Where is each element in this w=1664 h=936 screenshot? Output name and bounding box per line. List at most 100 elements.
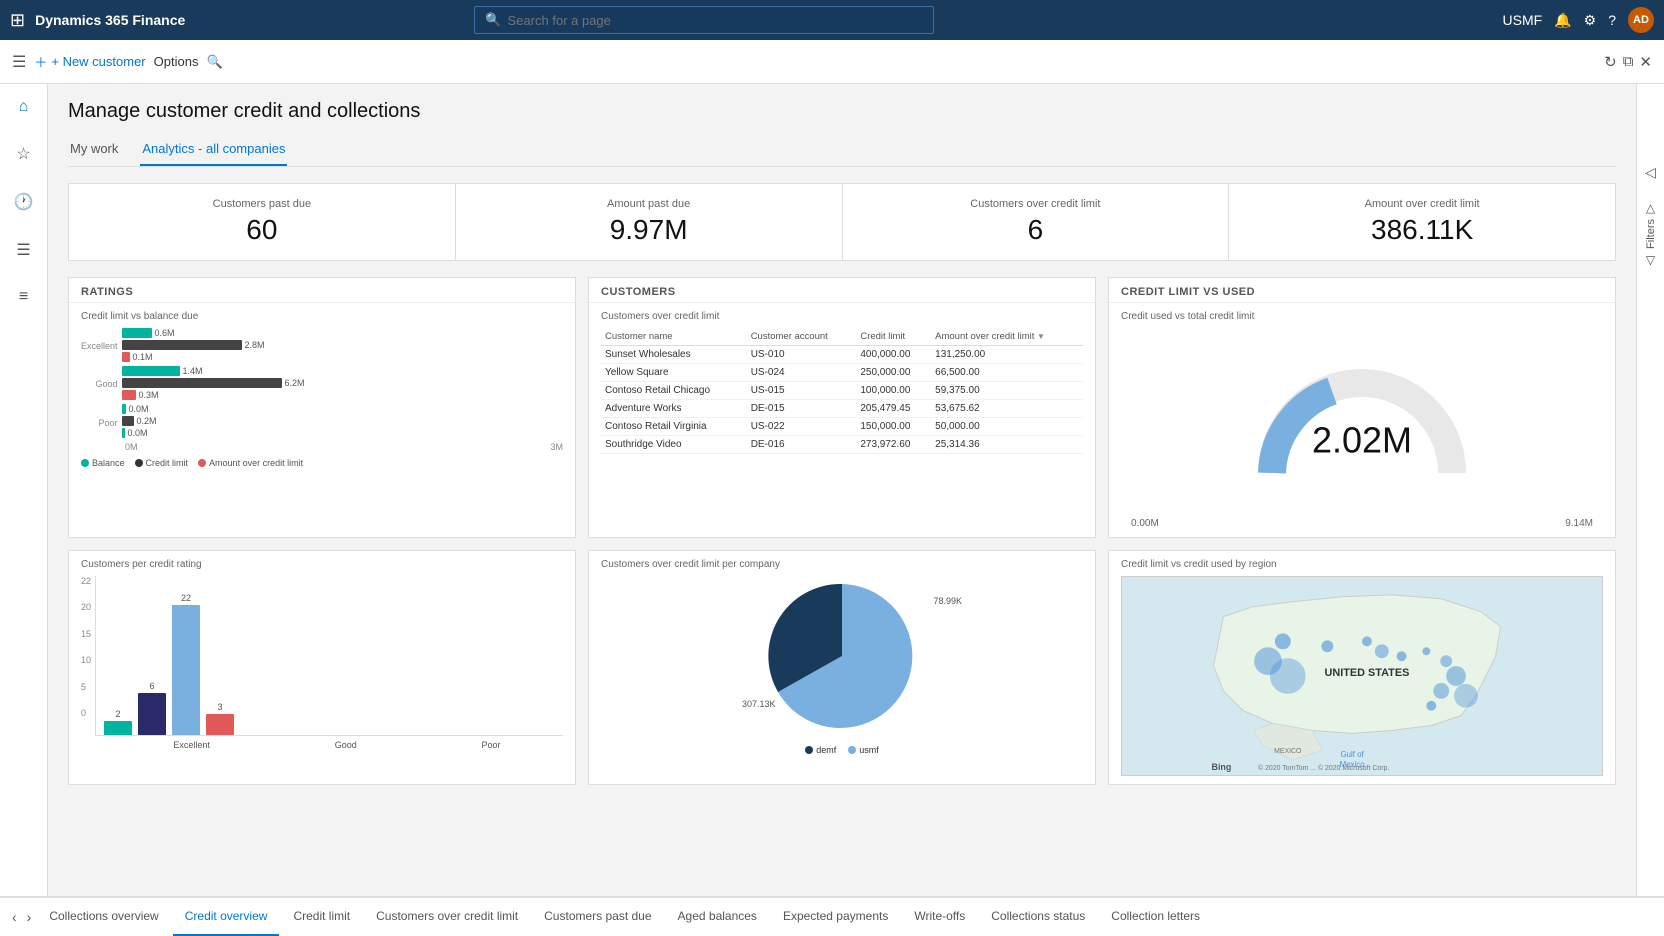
table-row: Southridge Video DE-016 273,972.60 25,31… — [601, 436, 1083, 454]
tab-my-work[interactable]: My work — [68, 135, 120, 166]
list-icon[interactable]: ≡ — [13, 282, 34, 312]
kpi-label-1: Amount past due — [466, 198, 832, 210]
top-right-icons: USMF 🔔 ⚙ ? AD — [1503, 7, 1654, 33]
ratings-subtitle: Credit limit vs balance due — [81, 311, 563, 322]
cell-name: Southridge Video — [601, 436, 747, 454]
bar-poor-green: 0.0M — [122, 404, 563, 414]
help-icon[interactable]: ? — [1608, 12, 1616, 28]
app-grid-icon[interactable]: ⊞ — [10, 10, 25, 31]
cell-over: 131,250.00 — [931, 346, 1083, 364]
toolbar-right: ↻ ⧉ ✕ — [1604, 53, 1652, 71]
bottom-next-arrow[interactable]: › — [23, 909, 36, 925]
kpi-label-0: Customers past due — [79, 198, 445, 210]
cell-over: 59,375.00 — [931, 382, 1083, 400]
legend-label-credit: Credit limit — [146, 458, 189, 468]
bottom-tab-customers-past-due[interactable]: Customers past due — [532, 898, 663, 936]
x-label-0: 0M — [125, 442, 138, 452]
star-icon[interactable]: ☆ — [10, 138, 36, 170]
bar-gg-val: 1.4M — [183, 366, 203, 376]
legend-credit: Credit limit — [135, 458, 189, 468]
bar-pd-val: 0.2M — [137, 416, 157, 426]
svg-text:Bing: Bing — [1212, 762, 1232, 772]
tab-analytics[interactable]: Analytics - all companies — [140, 135, 287, 166]
bar-good-red: 0.3M — [122, 390, 563, 400]
clock-icon[interactable]: 🕐 — [8, 186, 40, 218]
pie-dot-usmf — [848, 746, 856, 754]
open-new-button[interactable]: ⧉ — [1623, 53, 1634, 71]
label-good: Good — [81, 375, 118, 395]
y-20: 20 — [81, 602, 91, 612]
user-avatar[interactable]: AD — [1628, 7, 1654, 33]
bell-icon[interactable]: 🔔 — [1554, 12, 1571, 29]
bottom-tab-credit-limit[interactable]: Credit limit — [281, 898, 362, 936]
cell-over: 66,500.00 — [931, 364, 1083, 382]
ratings-card: RATINGS Credit limit vs balance due Exce… — [68, 277, 576, 538]
map-area[interactable]: Gulf of Mexico MEXICO UNITED STATES — [1121, 576, 1603, 776]
toolbar-search-icon[interactable]: 🔍 — [206, 54, 222, 70]
page-title: Manage customer credit and collections — [68, 100, 1616, 123]
cr-bar-excellent: 2 — [104, 709, 132, 735]
bar-pr2-val: 0.0M — [128, 428, 148, 438]
main-tabs: My work Analytics - all companies — [68, 135, 1616, 167]
legend-dot-credit — [135, 459, 143, 467]
toolbar: ☰ ＋ + New customer Options 🔍 ↻ ⧉ ✕ — [0, 40, 1664, 84]
content-row: ⌂ ☆ 🕐 ☰ ≡ Manage customer credit and col… — [0, 84, 1664, 896]
pie-inner: Customers over credit limit per company … — [589, 551, 1095, 763]
col-limit: Credit limit — [856, 328, 931, 346]
right-panel: ◁ △ Filters ▽ — [1636, 84, 1664, 896]
pie-dot-demf — [805, 746, 813, 754]
kpi-label-2: Customers over credit limit — [853, 198, 1219, 210]
hamburger-icon[interactable]: ☰ — [12, 52, 26, 72]
home-icon[interactable]: ⌂ — [13, 92, 35, 122]
credit-rating-subtitle: Customers per credit rating — [81, 559, 563, 570]
bottom-tab-write-offs[interactable]: Write-offs — [902, 898, 977, 936]
collapse-arrow[interactable]: ◁ — [1645, 164, 1656, 181]
bottom-tab-collection-letters[interactable]: Collection letters — [1099, 898, 1212, 936]
search-bar[interactable]: 🔍 — [474, 6, 934, 34]
bottom-tab-credit-overview[interactable]: Credit overview — [173, 898, 280, 936]
refresh-button[interactable]: ↻ — [1604, 53, 1617, 71]
legend-label-balance: Balance — [92, 458, 125, 468]
close-button[interactable]: ✕ — [1639, 53, 1652, 71]
filter-arrow-down[interactable]: ▽ — [1646, 253, 1655, 267]
cell-limit: 250,000.00 — [856, 364, 931, 382]
options-button[interactable]: Options — [154, 54, 199, 69]
bottom-tab-customers-over-credit[interactable]: Customers over credit limit — [364, 898, 530, 936]
bottom-tab-collections-status[interactable]: Collections status — [979, 898, 1097, 936]
bar-pg-val: 0.0M — [129, 404, 149, 414]
bottom-prev-arrow[interactable]: ‹ — [8, 909, 21, 925]
pie-legend-usmf: usmf — [848, 745, 879, 755]
filters-panel: △ Filters ▽ — [1645, 201, 1657, 267]
bottom-tab-expected-payments[interactable]: Expected payments — [771, 898, 900, 936]
y-10: 10 — [81, 655, 91, 665]
bottom-tab-aged-balances[interactable]: Aged balances — [666, 898, 769, 936]
cr-y-axis: 22 20 15 10 5 0 — [81, 576, 95, 736]
filter-arrow-up[interactable]: △ — [1646, 201, 1655, 215]
kpi-customers-past-due: Customers past due 60 — [69, 184, 456, 260]
cell-name: Contoso Retail Chicago — [601, 382, 747, 400]
credit-rating-card: Customers per credit rating 22 20 15 10 … — [68, 550, 576, 785]
bar-gd-val: 6.2M — [285, 378, 305, 388]
app-name: Dynamics 365 Finance — [35, 12, 185, 28]
cr-bar-ex — [104, 721, 132, 735]
sort-icon[interactable]: ▼ — [1037, 332, 1045, 341]
legend-balance: Balance — [81, 458, 125, 468]
new-customer-button[interactable]: ＋ + New customer — [34, 52, 145, 71]
bar-excellent-green: 0.6M — [122, 328, 563, 338]
label-poor: Poor — [81, 414, 118, 434]
svg-text:© 2020 TomTom ... © 2020 Micro: © 2020 TomTom ... © 2020 Microsoft Corp. — [1258, 764, 1389, 772]
pie-label-usmf: usmf — [859, 745, 879, 755]
kpi-value-3: 386.11K — [1239, 214, 1605, 246]
pie-label-demf: demf — [816, 745, 836, 755]
customers-card: CUSTOMERS Customers over credit limit Cu… — [588, 277, 1096, 538]
filters-label[interactable]: Filters — [1645, 219, 1657, 249]
search-input[interactable] — [508, 13, 924, 28]
legend-over: Amount over credit limit — [198, 458, 303, 468]
app-layout: ⊞ Dynamics 365 Finance 🔍 USMF 🔔 ⚙ ? AD ☰… — [0, 0, 1664, 936]
document-icon[interactable]: ☰ — [10, 234, 36, 266]
legend-dot-over — [198, 459, 206, 467]
col-over: Amount over credit limit ▼ — [931, 328, 1083, 346]
cell-account: US-022 — [747, 418, 857, 436]
settings-icon[interactable]: ⚙ — [1584, 12, 1597, 29]
bottom-tab-collections-overview[interactable]: Collections overview — [37, 898, 170, 936]
